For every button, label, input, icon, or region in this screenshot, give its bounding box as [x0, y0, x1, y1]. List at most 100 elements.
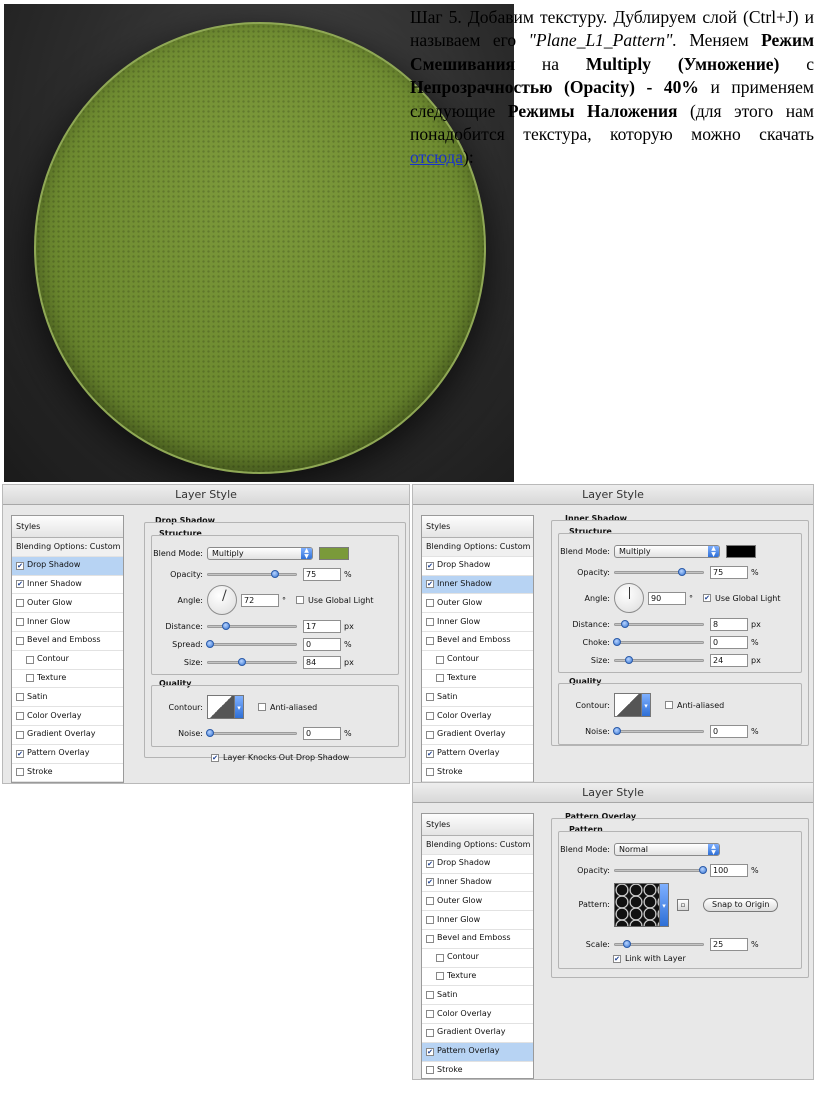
- styles-header[interactable]: Styles: [422, 516, 533, 538]
- size-input[interactable]: 84: [303, 656, 341, 669]
- opacity-slider[interactable]: [614, 568, 704, 576]
- style-checkbox[interactable]: [426, 897, 434, 906]
- style-checkbox[interactable]: [426, 1028, 434, 1037]
- shadow-color-swatch[interactable]: [726, 545, 756, 558]
- knockout-checkbox[interactable]: ✔: [211, 753, 219, 762]
- blending-options-item[interactable]: Blending Options: Custom: [12, 538, 123, 557]
- style-checkbox[interactable]: [16, 768, 24, 777]
- style-checkbox[interactable]: [426, 636, 434, 645]
- style-checkbox[interactable]: [426, 991, 434, 1000]
- style-checkbox[interactable]: [426, 730, 434, 739]
- style-checkbox[interactable]: ✔: [426, 561, 434, 570]
- style-checkbox[interactable]: [26, 674, 34, 683]
- style-checkbox[interactable]: [26, 655, 34, 664]
- style-checkbox[interactable]: ✔: [16, 749, 24, 758]
- style-checkbox[interactable]: [426, 712, 434, 721]
- global-light-checkbox[interactable]: [296, 596, 304, 604]
- style-checkbox[interactable]: ✔: [16, 561, 24, 570]
- size-input[interactable]: 24: [710, 654, 748, 667]
- style-checkbox[interactable]: ✔: [426, 580, 434, 589]
- style-item-inner-glow[interactable]: Inner Glow: [422, 613, 533, 632]
- style-checkbox[interactable]: [426, 1010, 434, 1019]
- style-checkbox[interactable]: [16, 599, 24, 608]
- distance-input[interactable]: 8: [710, 618, 748, 631]
- style-checkbox[interactable]: ✔: [426, 749, 434, 758]
- style-item-texture[interactable]: Texture: [12, 670, 123, 689]
- style-item-pattern-overlay[interactable]: ✔ Pattern Overlay: [422, 1042, 533, 1062]
- blend-mode-select[interactable]: Multiply ▲ ▼: [207, 547, 313, 560]
- style-checkbox[interactable]: [436, 655, 444, 664]
- style-item-bevel-and-emboss[interactable]: Bevel and Emboss: [422, 632, 533, 651]
- style-item-outer-glow[interactable]: Outer Glow: [422, 594, 533, 614]
- opacity-input[interactable]: 75: [303, 568, 341, 581]
- noise-input[interactable]: 0: [303, 727, 341, 740]
- blending-options-item[interactable]: Blending Options: Custom: [422, 538, 533, 557]
- slider-knob[interactable]: [206, 729, 214, 737]
- style-item-contour[interactable]: Contour: [422, 949, 533, 968]
- style-item-inner-shadow[interactable]: ✔ Inner Shadow: [422, 575, 533, 595]
- distance-slider[interactable]: [207, 622, 297, 630]
- style-item-inner-glow[interactable]: Inner Glow: [422, 911, 533, 930]
- style-checkbox[interactable]: ✔: [426, 1047, 434, 1056]
- style-item-outer-glow[interactable]: Outer Glow: [422, 892, 533, 912]
- choke-input[interactable]: 0: [710, 636, 748, 649]
- style-item-satin[interactable]: Satin: [422, 986, 533, 1006]
- style-checkbox[interactable]: [436, 953, 444, 962]
- opacity-slider[interactable]: [207, 570, 297, 578]
- style-item-texture[interactable]: Texture: [422, 968, 533, 987]
- size-slider[interactable]: [207, 658, 297, 666]
- style-item-satin[interactable]: Satin: [422, 688, 533, 708]
- snap-to-origin-button[interactable]: Snap to Origin: [703, 898, 779, 912]
- style-checkbox[interactable]: [436, 674, 444, 683]
- style-checkbox[interactable]: [16, 693, 24, 702]
- size-slider[interactable]: [614, 656, 704, 664]
- style-checkbox[interactable]: ✔: [16, 580, 24, 589]
- new-preset-icon[interactable]: ▫: [677, 899, 689, 911]
- slider-knob[interactable]: [222, 622, 230, 630]
- style-item-bevel-and-emboss[interactable]: Bevel and Emboss: [12, 632, 123, 651]
- link-with-layer-checkbox[interactable]: ✔: [613, 954, 621, 963]
- style-item-gradient-overlay[interactable]: Gradient Overlay: [422, 726, 533, 745]
- style-item-pattern-overlay[interactable]: ✔ Pattern Overlay: [422, 745, 533, 764]
- slider-knob[interactable]: [623, 940, 631, 948]
- slider-knob[interactable]: [678, 568, 686, 576]
- global-light-checkbox[interactable]: ✔: [703, 594, 711, 602]
- style-item-color-overlay[interactable]: Color Overlay: [422, 1005, 533, 1024]
- style-item-gradient-overlay[interactable]: Gradient Overlay: [422, 1024, 533, 1043]
- angle-dial[interactable]: [207, 585, 237, 615]
- opacity-input[interactable]: 100: [710, 864, 748, 877]
- blend-mode-select[interactable]: Normal ▲ ▼: [614, 843, 720, 856]
- style-item-gradient-overlay[interactable]: Gradient Overlay: [12, 726, 123, 745]
- download-link[interactable]: отсюда: [410, 147, 463, 167]
- style-checkbox[interactable]: [426, 916, 434, 925]
- style-checkbox[interactable]: [426, 599, 434, 608]
- style-item-texture[interactable]: Texture: [422, 670, 533, 689]
- styles-header[interactable]: Styles: [12, 516, 123, 538]
- style-checkbox[interactable]: [16, 618, 24, 627]
- blending-options-item[interactable]: Blending Options: Custom: [422, 836, 533, 855]
- angle-input[interactable]: 72: [241, 593, 279, 607]
- style-checkbox[interactable]: ✔: [426, 878, 434, 887]
- style-item-contour[interactable]: Contour: [422, 651, 533, 670]
- style-item-color-overlay[interactable]: Color Overlay: [12, 707, 123, 726]
- slider-knob[interactable]: [699, 866, 707, 874]
- noise-slider[interactable]: [613, 727, 704, 735]
- scale-input[interactable]: 25: [710, 938, 748, 951]
- choke-slider[interactable]: [613, 638, 704, 646]
- slider-knob[interactable]: [206, 640, 214, 648]
- pattern-preview[interactable]: [614, 883, 660, 927]
- angle-dial[interactable]: [614, 583, 644, 613]
- contour-dropdown-icon[interactable]: ▾: [642, 693, 651, 717]
- style-item-stroke[interactable]: Stroke: [422, 1062, 533, 1079]
- distance-input[interactable]: 17: [303, 620, 341, 633]
- style-item-color-overlay[interactable]: Color Overlay: [422, 707, 533, 726]
- noise-input[interactable]: 0: [710, 725, 748, 738]
- style-checkbox[interactable]: [426, 618, 434, 627]
- style-checkbox[interactable]: [426, 934, 434, 943]
- style-item-stroke[interactable]: Stroke: [12, 764, 123, 783]
- style-checkbox[interactable]: [426, 693, 434, 702]
- style-item-contour[interactable]: Contour: [12, 651, 123, 670]
- spread-input[interactable]: 0: [303, 638, 341, 651]
- style-item-drop-shadow[interactable]: ✔ Drop Shadow: [422, 855, 533, 874]
- blend-mode-select[interactable]: Multiply ▲ ▼: [614, 545, 720, 558]
